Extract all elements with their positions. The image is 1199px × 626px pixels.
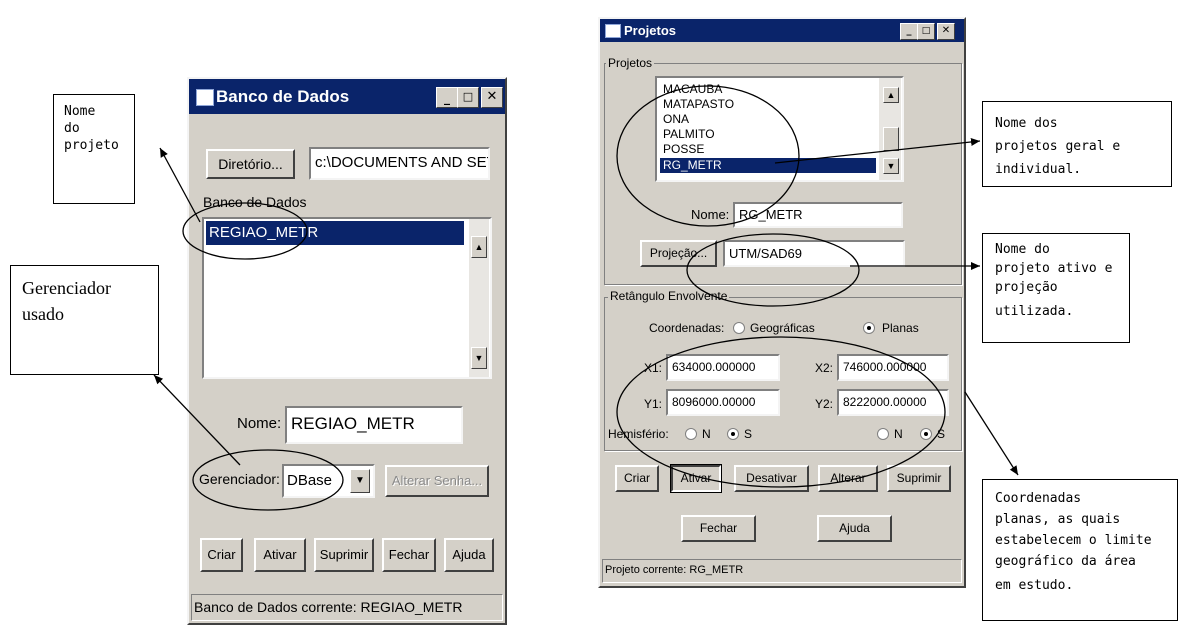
- nome-field[interactable]: REGIAO_METR: [285, 406, 463, 444]
- y1-label: Y1:: [644, 397, 663, 411]
- ajuda-button[interactable]: Ajuda: [817, 515, 892, 542]
- fechar-button[interactable]: Fechar: [681, 515, 756, 542]
- gerenciador-select[interactable]: DBase ▼: [282, 464, 375, 498]
- projetos-status-bar: Projeto corrente: RG_METR: [602, 559, 962, 583]
- note-nome-projeto: Nome do projeto: [53, 94, 135, 204]
- radio-geograficas[interactable]: [733, 322, 745, 334]
- coordenadas-label: Coordenadas:: [649, 321, 725, 335]
- window-icon: [605, 24, 621, 38]
- banco-title: Banco de Dados: [216, 87, 350, 106]
- gerenciador-label: Gerenciador:: [199, 471, 280, 487]
- x2-field[interactable]: 746000.000000: [837, 354, 949, 381]
- chevron-down-icon[interactable]: ▼: [350, 469, 370, 493]
- banco-titlebar: Banco de Dados _ □ ✕: [189, 79, 505, 114]
- y2-label: Y2:: [815, 397, 834, 411]
- gerenciador-value: DBase: [287, 472, 333, 489]
- arrow-coordenadas: [964, 391, 1019, 476]
- projetos-title: Projetos: [624, 23, 677, 38]
- projetos-listbox[interactable]: MACAUBA MATAPASTO ONA PALMITO POSSE RG_M…: [655, 76, 904, 182]
- list-item[interactable]: REGIAO_METR: [206, 221, 464, 245]
- x2-label: X2:: [815, 361, 834, 375]
- list-item[interactable]: MATAPASTO: [663, 97, 734, 112]
- criar-button[interactable]: Criar: [615, 465, 659, 492]
- minimize-icon[interactable]: _: [436, 87, 458, 108]
- banco-list-label: Banco de Dados: [203, 194, 307, 210]
- radio-hemis1-s[interactable]: [727, 428, 739, 440]
- list-item[interactable]: ONA: [663, 112, 689, 127]
- list-item[interactable]: MACAUBA: [663, 82, 722, 97]
- banco-status-bar: Banco de Dados corrente: REGIAO_METR: [191, 594, 503, 621]
- alterar-button[interactable]: Alterar: [818, 465, 878, 492]
- scroll-thumb[interactable]: [883, 127, 899, 151]
- radio-hemis1-n[interactable]: [685, 428, 697, 440]
- scroll-down-icon[interactable]: ▼: [883, 158, 899, 174]
- maximize-icon[interactable]: □: [457, 87, 479, 108]
- projetos-dialog: Projetos _ □ ✕ Projetos MACAUBA MATAPAST…: [598, 17, 966, 588]
- radio-hemis1-s-label: S: [744, 427, 753, 441]
- diretorio-path-field[interactable]: c:\DOCUMENTS AND SET: [309, 147, 490, 180]
- criar-button[interactable]: Criar: [200, 538, 243, 572]
- projetos-titlebar: Projetos _ □ ✕: [600, 19, 964, 42]
- y2-field[interactable]: 8222000.00000: [837, 389, 949, 416]
- x1-label: X1:: [644, 361, 663, 375]
- projecao-button[interactable]: Projeção...: [640, 240, 717, 267]
- banco-listbox[interactable]: REGIAO_METR ▲ ▼: [202, 217, 492, 379]
- desativar-button[interactable]: Desativar: [734, 465, 809, 492]
- note-coordenadas: Coordenadas planas, as quais estabelecem…: [982, 479, 1178, 621]
- radio-hemis2-n-label: N: [894, 427, 903, 441]
- radio-hemis2-n[interactable]: [877, 428, 889, 440]
- maximize-icon[interactable]: □: [917, 23, 935, 40]
- radio-hemis2-s[interactable]: [920, 428, 932, 440]
- close-icon[interactable]: ✕: [937, 23, 955, 40]
- nome-field[interactable]: RG_METR: [733, 202, 903, 228]
- ativar-button[interactable]: Ativar: [670, 464, 722, 493]
- banco-de-dados-dialog: Banco de Dados _ □ ✕ Diretório... c:\DOC…: [187, 77, 507, 625]
- x1-field[interactable]: 634000.000000: [666, 354, 780, 381]
- suprimir-button[interactable]: Suprimir: [314, 538, 374, 572]
- alterar-senha-button[interactable]: Alterar Senha...: [385, 465, 489, 497]
- scroll-down-icon[interactable]: ▼: [471, 347, 487, 369]
- window-icon: [196, 89, 214, 106]
- ativar-button[interactable]: Ativar: [254, 538, 306, 572]
- group-projetos-title: Projetos: [606, 56, 655, 70]
- note-gerenciador: Gerenciador usado: [10, 265, 159, 375]
- ajuda-button[interactable]: Ajuda: [444, 538, 494, 572]
- hemisferio-label: Hemisfério:: [608, 427, 669, 441]
- nome-label: Nome:: [237, 415, 282, 432]
- note-nome-projetos: Nome dos projetos geral e individual.: [982, 101, 1172, 187]
- list-item[interactable]: PALMITO: [663, 127, 715, 142]
- close-icon[interactable]: ✕: [481, 87, 503, 108]
- radio-hemis1-n-label: N: [702, 427, 711, 441]
- list-item[interactable]: POSSE: [663, 142, 704, 157]
- radio-hemis2-s-label: S: [937, 427, 946, 441]
- note-projeto-ativo: Nome do projeto ativo e projeção utiliza…: [982, 233, 1130, 343]
- suprimir-button[interactable]: Suprimir: [887, 465, 951, 492]
- minimize-icon[interactable]: _: [900, 23, 918, 40]
- radio-planas[interactable]: [863, 322, 875, 334]
- fechar-button[interactable]: Fechar: [382, 538, 436, 572]
- nome-label: Nome:: [691, 207, 730, 222]
- radio-planas-label: Planas: [882, 321, 919, 335]
- projecao-field[interactable]: UTM/SAD69: [723, 240, 905, 267]
- radio-geograficas-label: Geográficas: [750, 321, 815, 335]
- y1-field[interactable]: 8096000.00000: [666, 389, 780, 416]
- group-retangulo-title: Retângulo Envolvente: [608, 289, 730, 303]
- diretorio-button[interactable]: Diretório...: [206, 149, 295, 179]
- scroll-up-icon[interactable]: ▲: [471, 236, 487, 258]
- list-item[interactable]: RG_METR: [660, 158, 876, 173]
- scroll-up-icon[interactable]: ▲: [883, 87, 899, 103]
